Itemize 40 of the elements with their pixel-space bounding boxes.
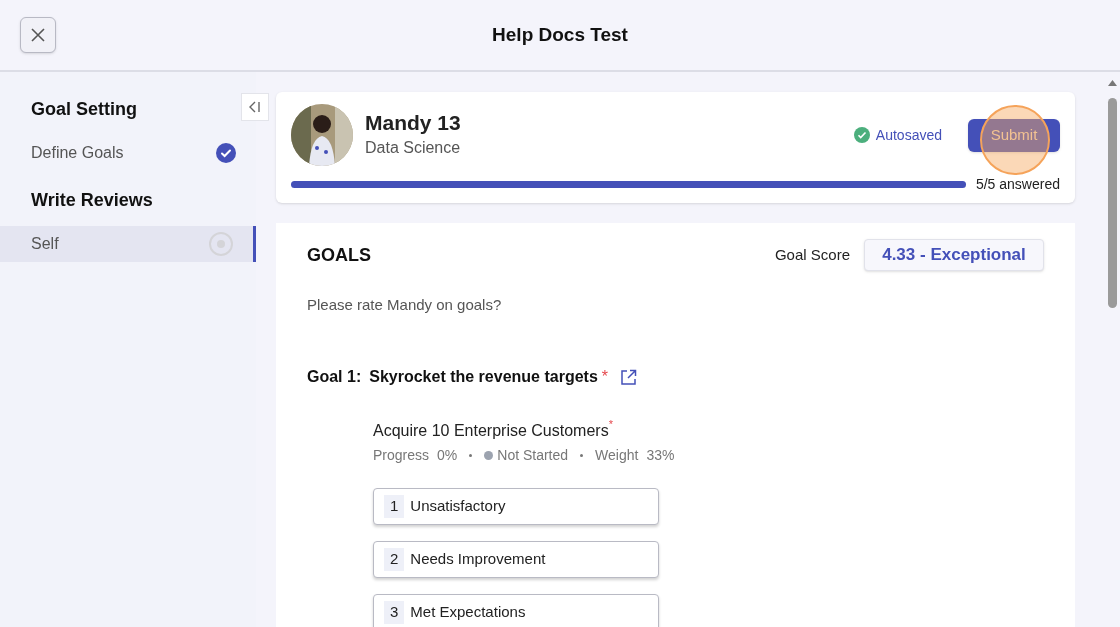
- weight-value: 33%: [646, 446, 675, 465]
- sidebar-section-title: Goal Setting: [31, 99, 137, 119]
- option-number: 2: [384, 548, 405, 571]
- goal-score-label: Goal Score: [774, 244, 850, 265]
- required-mark: *: [601, 367, 608, 387]
- rating-prompt: Please rate Mandy on goals?: [307, 296, 502, 313]
- progress-reading: 5/5 answered: [975, 175, 1060, 194]
- progress-label: Progress: [373, 446, 430, 465]
- collapse-icon: [248, 101, 262, 113]
- rating-option[interactable]: 1 Unsatisfactory: [373, 488, 659, 525]
- section-heading: GOALS: [307, 243, 372, 267]
- sidebar-section-title: Write Reviews: [31, 190, 153, 210]
- employee-department: Data Science: [365, 138, 461, 159]
- collapse-sidebar-button[interactable]: [241, 93, 269, 121]
- goal-number: Goal 1:: [307, 367, 362, 387]
- required-mark: *: [608, 419, 613, 430]
- rating-option[interactable]: 2 Needs Improvement: [373, 541, 659, 578]
- option-number: 3: [384, 601, 405, 624]
- scroll-thumb[interactable]: [1108, 98, 1117, 308]
- sidebar-item[interactable]: Self: [0, 226, 256, 262]
- goal-score: 4.33 - Exceptional: [864, 239, 1044, 271]
- sidebar-item[interactable]: Define Goals: [0, 135, 256, 171]
- page-title: Help Docs Test: [492, 22, 628, 47]
- weight-label: Weight: [595, 446, 639, 465]
- option-label: Met Expectations: [410, 602, 526, 623]
- autosave-status: Autosaved: [875, 125, 942, 145]
- close-button[interactable]: [20, 17, 56, 53]
- option-label: Unsatisfactory: [410, 496, 506, 517]
- status-label: Not Started: [497, 446, 569, 465]
- external-link-icon[interactable]: [620, 368, 637, 386]
- key-result-title: Acquire 10 Enterprise Customers: [373, 422, 609, 441]
- option-label: Needs Improvement: [410, 549, 546, 570]
- rating-option[interactable]: 3 Met Expectations: [373, 594, 659, 627]
- close-icon: [30, 27, 46, 43]
- scroll-up-icon[interactable]: [1108, 80, 1117, 86]
- option-number: 1: [384, 495, 405, 518]
- employee-name: Mandy 13: [365, 109, 461, 136]
- goal-title: Skyrocket the revenue targets: [369, 367, 598, 387]
- check-circle-icon: [853, 127, 870, 143]
- progress-value: 0%: [437, 446, 458, 465]
